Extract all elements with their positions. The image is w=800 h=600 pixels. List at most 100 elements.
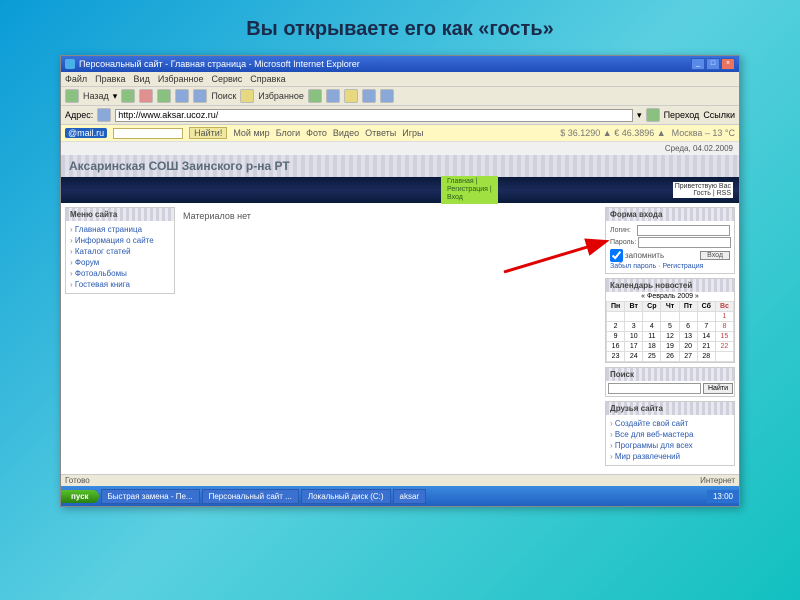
- dropdown-icon[interactable]: ▾: [113, 91, 118, 102]
- close-button[interactable]: ×: [721, 58, 735, 70]
- calendar-cell[interactable]: 20: [679, 342, 697, 352]
- calendar-cell[interactable]: 23: [607, 352, 625, 362]
- calendar-cell[interactable]: 24: [625, 352, 643, 362]
- calendar-cell[interactable]: 16: [607, 342, 625, 352]
- start-button[interactable]: пуск: [61, 490, 99, 503]
- menu-help[interactable]: Справка: [250, 74, 285, 84]
- calendar-cell[interactable]: 8: [715, 322, 733, 332]
- calendar-day-header: Вс: [715, 302, 733, 312]
- favorites-icon[interactable]: [240, 89, 254, 103]
- calendar-cell[interactable]: 7: [697, 322, 715, 332]
- ie-icon: [65, 59, 75, 69]
- forgot-link[interactable]: Забыл пароль: [610, 263, 656, 270]
- mail-icon[interactable]: [326, 89, 340, 103]
- site-search-input[interactable]: [608, 383, 701, 394]
- mailru-logo[interactable]: @mail.ru: [65, 128, 107, 138]
- calendar-nav[interactable]: « Февраль 2009 »: [606, 292, 734, 301]
- menu-item[interactable]: Информация о сайте: [70, 235, 170, 246]
- links-button[interactable]: Ссылки: [703, 110, 735, 120]
- login-input[interactable]: [637, 225, 730, 236]
- calendar-cell[interactable]: 13: [679, 332, 697, 342]
- calendar-cell[interactable]: 11: [643, 332, 661, 342]
- favorites-button[interactable]: Избранное: [258, 91, 304, 101]
- address-input[interactable]: [115, 109, 633, 122]
- menu-edit[interactable]: Правка: [95, 74, 125, 84]
- taskbar-item[interactable]: aksar: [393, 489, 427, 504]
- mailru-search-button[interactable]: Найти!: [189, 127, 227, 139]
- taskbar: пуск Быстрая замена - Пе... Персональный…: [61, 486, 739, 506]
- calendar-cell[interactable]: 17: [625, 342, 643, 352]
- mailru-search-input[interactable]: [113, 128, 183, 139]
- friend-link[interactable]: Все для веб-мастера: [610, 429, 730, 440]
- menu-item[interactable]: Гостевая книга: [70, 279, 170, 290]
- calendar-cell[interactable]: 25: [643, 352, 661, 362]
- calendar-cell[interactable]: 5: [661, 322, 679, 332]
- mailru-link[interactable]: Блоги: [276, 128, 300, 138]
- mailru-link[interactable]: Мой мир: [233, 128, 269, 138]
- go-icon[interactable]: [646, 108, 660, 122]
- password-input[interactable]: [638, 237, 731, 248]
- home-icon[interactable]: [175, 89, 189, 103]
- edit-icon[interactable]: [362, 89, 376, 103]
- login-button[interactable]: Вход: [700, 251, 730, 260]
- calendar-cell[interactable]: 15: [715, 332, 733, 342]
- menu-item[interactable]: Главная страница: [70, 224, 170, 235]
- calendar-cell[interactable]: 9: [607, 332, 625, 342]
- calendar-cell[interactable]: 21: [697, 342, 715, 352]
- calendar-cell[interactable]: 26: [661, 352, 679, 362]
- calendar-cell[interactable]: 22: [715, 342, 733, 352]
- friend-link[interactable]: Создайте свой сайт: [610, 418, 730, 429]
- taskbar-item[interactable]: Локальный диск (C:): [301, 489, 391, 504]
- calendar-cell[interactable]: 4: [643, 322, 661, 332]
- clock: 13:00: [713, 492, 733, 501]
- menu-item[interactable]: Каталог статей: [70, 246, 170, 257]
- calendar-cell[interactable]: 19: [661, 342, 679, 352]
- nav-links[interactable]: Главная | Регистрация | Вход: [441, 176, 498, 204]
- calendar-cell[interactable]: 14: [697, 332, 715, 342]
- taskbar-item[interactable]: Быстрая замена - Пе...: [101, 489, 200, 504]
- calendar-cell[interactable]: 2: [607, 322, 625, 332]
- stop-icon[interactable]: [139, 89, 153, 103]
- friend-link[interactable]: Программы для всех: [610, 440, 730, 451]
- calendar-cell[interactable]: 28: [697, 352, 715, 362]
- history-icon[interactable]: [308, 89, 322, 103]
- go-button[interactable]: Переход: [664, 110, 700, 120]
- site-search-button[interactable]: Найти: [703, 383, 733, 394]
- menu-view[interactable]: Вид: [134, 74, 150, 84]
- mailru-link[interactable]: Фото: [306, 128, 327, 138]
- calendar-cell[interactable]: 3: [625, 322, 643, 332]
- menu-file[interactable]: Файл: [65, 74, 87, 84]
- greeting: Приветствую Вас Гость | RSS: [673, 182, 733, 198]
- search-icon[interactable]: [193, 89, 207, 103]
- remember-checkbox[interactable]: [610, 249, 623, 262]
- tool-icon[interactable]: [380, 89, 394, 103]
- forward-icon[interactable]: [121, 89, 135, 103]
- maximize-button[interactable]: □: [706, 58, 720, 70]
- calendar-cell[interactable]: 12: [661, 332, 679, 342]
- back-icon[interactable]: [65, 89, 79, 103]
- menu-favorites[interactable]: Избранное: [158, 74, 204, 84]
- print-icon[interactable]: [344, 89, 358, 103]
- calendar-cell[interactable]: 18: [643, 342, 661, 352]
- menu-tools[interactable]: Сервис: [211, 74, 242, 84]
- mailru-link[interactable]: Игры: [402, 128, 423, 138]
- menu-item[interactable]: Фотоальбомы: [70, 268, 170, 279]
- minimize-button[interactable]: _: [691, 58, 705, 70]
- login-title: Форма входа: [606, 208, 734, 221]
- register-link[interactable]: Регистрация: [662, 263, 703, 270]
- back-button[interactable]: Назад: [83, 91, 109, 101]
- calendar-cell[interactable]: 1: [715, 312, 733, 322]
- mailru-link[interactable]: Видео: [333, 128, 359, 138]
- calendar-cell[interactable]: 10: [625, 332, 643, 342]
- taskbar-item[interactable]: Персональный сайт ...: [202, 489, 299, 504]
- calendar-cell[interactable]: 6: [679, 322, 697, 332]
- friend-link[interactable]: Мир развлечений: [610, 451, 730, 462]
- search-button[interactable]: Поиск: [211, 91, 236, 101]
- calendar-day-header: Вт: [625, 302, 643, 312]
- menu-item[interactable]: Форум: [70, 257, 170, 268]
- calendar-cell[interactable]: 27: [679, 352, 697, 362]
- system-tray[interactable]: 13:00: [707, 490, 739, 503]
- refresh-icon[interactable]: [157, 89, 171, 103]
- dropdown-icon[interactable]: ▾: [637, 110, 642, 121]
- mailru-link[interactable]: Ответы: [365, 128, 396, 138]
